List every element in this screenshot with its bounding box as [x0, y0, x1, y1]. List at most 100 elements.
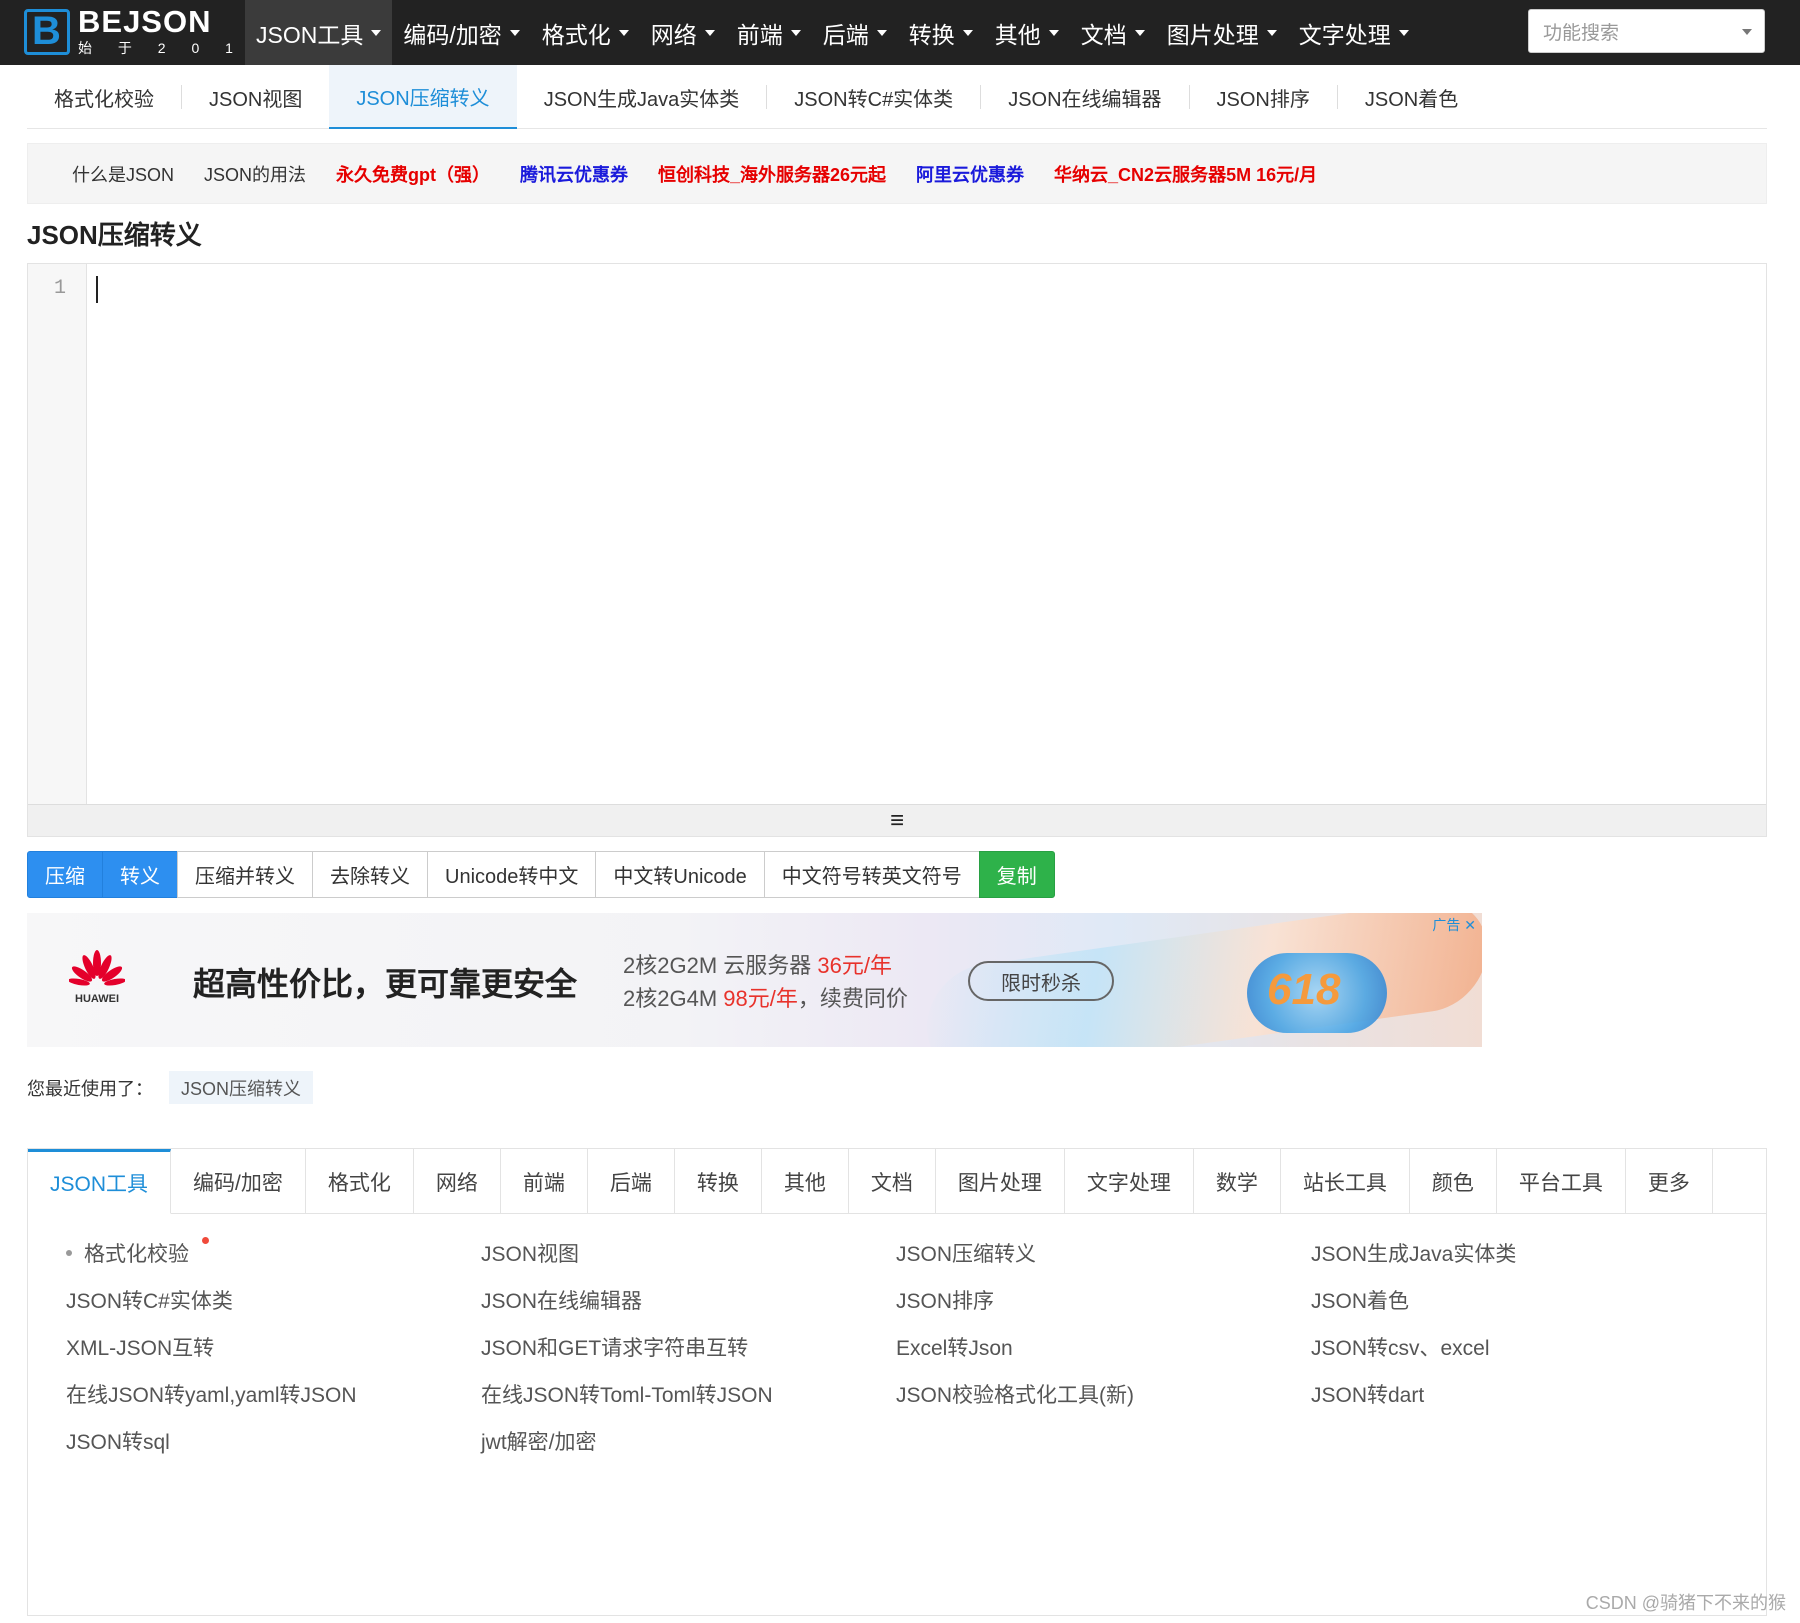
symbol-convert-button[interactable]: 中文符号转英文符号: [763, 851, 980, 898]
tab-other[interactable]: 其他: [762, 1149, 849, 1214]
new-dot-icon: [202, 1237, 209, 1244]
tool-link[interactable]: JSON着色: [1311, 1276, 1726, 1323]
line-number: 1: [53, 277, 66, 300]
recent-chip[interactable]: JSON压缩转义: [169, 1071, 314, 1104]
subtab-json-color[interactable]: JSON着色: [1338, 65, 1485, 129]
tool-link[interactable]: JSON排序: [896, 1276, 1311, 1323]
json-editor[interactable]: 1 ≡: [27, 263, 1767, 837]
huawei-petals-icon: [69, 950, 125, 986]
huawei-logo: HUAWEI: [67, 949, 127, 1005]
tab-platform[interactable]: 平台工具: [1497, 1149, 1626, 1214]
caret-down-icon: [1266, 29, 1277, 36]
recent-tools: 您最近使用了： JSON压缩转义: [27, 1071, 314, 1104]
subtab-json-csharp[interactable]: JSON转C#实体类: [767, 65, 980, 129]
tab-frontend[interactable]: 前端: [501, 1149, 588, 1214]
caret-down-icon: [1134, 29, 1145, 36]
json-subtabs: 格式化校验 JSON视图 JSON压缩转义 JSON生成Java实体类 JSON…: [27, 65, 1767, 129]
ad-618-cloud-icon: 618: [1247, 953, 1387, 1033]
escape-button[interactable]: 转义: [102, 851, 178, 898]
tool-link[interactable]: JSON转sql: [66, 1417, 481, 1464]
nav-image[interactable]: 图片处理: [1156, 0, 1288, 65]
subtab-json-sort[interactable]: JSON排序: [1190, 65, 1337, 129]
tool-link[interactable]: XML-JSON互转: [66, 1323, 481, 1370]
tool-link[interactable]: JSON和GET请求字符串互转: [481, 1323, 896, 1370]
nav-docs[interactable]: 文档: [1070, 0, 1156, 65]
tool-link[interactable]: 在线JSON转yaml,yaml转JSON: [66, 1370, 481, 1417]
ad-brand-name: HUAWEI: [75, 993, 119, 1005]
tab-json-tools[interactable]: JSON工具: [28, 1149, 172, 1214]
subtab-json-editor[interactable]: JSON在线编辑器: [981, 65, 1188, 129]
link-what-is-json[interactable]: 什么是JSON: [72, 161, 174, 187]
tool-link[interactable]: 在线JSON转Toml-Toml转JSON: [481, 1370, 896, 1417]
subtab-json-compress[interactable]: JSON压缩转义: [329, 65, 517, 129]
chinese-to-unicode-button[interactable]: 中文转Unicode: [595, 851, 765, 898]
tab-backend[interactable]: 后端: [588, 1149, 675, 1214]
nav-format[interactable]: 格式化: [531, 0, 640, 65]
compress-escape-button[interactable]: 压缩并转义: [177, 851, 313, 898]
recent-label: 您最近使用了：: [27, 1078, 153, 1099]
caret-down-icon: [962, 29, 973, 36]
nav-encode[interactable]: 编码/加密: [392, 0, 530, 65]
watermark: CSDN @骑猪下不来的猴: [1585, 1593, 1786, 1613]
copy-button[interactable]: 复制: [978, 851, 1055, 898]
subtab-json-java[interactable]: JSON生成Java实体类: [517, 65, 767, 129]
compress-button[interactable]: 压缩: [27, 851, 103, 898]
link-json-usage[interactable]: JSON的用法: [204, 161, 306, 187]
tab-webmaster[interactable]: 站长工具: [1281, 1149, 1410, 1214]
code-input-area[interactable]: [88, 264, 1766, 805]
tab-encode[interactable]: 编码/加密: [171, 1149, 306, 1214]
tool-link[interactable]: JSON转C#实体类: [66, 1276, 481, 1323]
tab-network[interactable]: 网络: [414, 1149, 501, 1214]
nav-other[interactable]: 其他: [984, 0, 1070, 65]
tool-link[interactable]: JSON转dart: [1311, 1370, 1726, 1417]
nav-network[interactable]: 网络: [640, 0, 726, 65]
site-logo[interactable]: B BEJSON 始 于 2 0 1 1: [24, 6, 278, 58]
text-cursor: [96, 276, 98, 303]
tab-docs[interactable]: 文档: [849, 1149, 936, 1214]
tool-link[interactable]: JSON转csv、excel: [1311, 1323, 1726, 1370]
tab-color[interactable]: 颜色: [1410, 1149, 1497, 1214]
tool-link[interactable]: JSON校验格式化工具(新): [896, 1370, 1311, 1417]
tab-text[interactable]: 文字处理: [1065, 1149, 1194, 1214]
link-aliyun-coupon[interactable]: 阿里云优惠券: [916, 161, 1024, 187]
page-title: JSON压缩转义: [27, 220, 202, 250]
tool-link[interactable]: JSON生成Java实体类: [1311, 1229, 1726, 1276]
unescape-button[interactable]: 去除转义: [312, 851, 428, 898]
tool-link[interactable]: 格式化校验: [66, 1229, 481, 1276]
subtab-json-view[interactable]: JSON视图: [182, 65, 329, 129]
link-huanayun[interactable]: 华纳云_CN2云服务器5M 16元/月: [1054, 161, 1317, 187]
main-nav: JSON工具 编码/加密 格式化 网络 前端 后端 转换 其他 文档 图片处理 …: [245, 0, 1420, 65]
link-hengchuang[interactable]: 恒创科技_海外服务器26元起: [658, 161, 886, 187]
tool-link[interactable]: Excel转Json: [896, 1323, 1311, 1370]
tool-link[interactable]: JSON在线编辑器: [481, 1276, 896, 1323]
nav-backend[interactable]: 后端: [812, 0, 898, 65]
tab-math[interactable]: 数学: [1194, 1149, 1281, 1214]
tool-link[interactable]: JSON压缩转义: [896, 1229, 1311, 1276]
link-tencent-coupon[interactable]: 腾讯云优惠券: [520, 161, 628, 187]
caret-down-icon: [1742, 29, 1752, 35]
feature-search-select[interactable]: 功能搜索: [1528, 9, 1765, 53]
category-tabs: JSON工具 编码/加密 格式化 网络 前端 后端 转换 其他 文档 图片处理 …: [28, 1149, 1766, 1214]
tab-image[interactable]: 图片处理: [936, 1149, 1065, 1214]
nav-text[interactable]: 文字处理: [1288, 0, 1420, 65]
editor-resize-handle[interactable]: ≡: [28, 804, 1766, 836]
tab-format[interactable]: 格式化: [306, 1149, 414, 1214]
nav-frontend[interactable]: 前端: [726, 0, 812, 65]
ad-close-tag[interactable]: 广告 ✕: [1432, 915, 1476, 935]
ad-flash-sale-button[interactable]: 限时秒杀: [968, 961, 1114, 1001]
tab-more[interactable]: 更多: [1626, 1149, 1713, 1214]
tool-link-grid: 格式化校验 JSON视图 JSON压缩转义 JSON生成Java实体类 JSON…: [66, 1229, 1726, 1464]
logo-badge-icon: B: [24, 9, 70, 55]
caret-down-icon: [790, 29, 801, 36]
caret-down-icon: [704, 29, 715, 36]
nav-convert[interactable]: 转换: [898, 0, 984, 65]
ad-banner[interactable]: HUAWEI 超高性价比，更可靠更安全 2核2G2M 云服务器 36元/年 2核…: [27, 913, 1482, 1047]
tool-link[interactable]: JSON视图: [481, 1229, 896, 1276]
tab-convert[interactable]: 转换: [675, 1149, 762, 1214]
tool-link[interactable]: jwt解密/加密: [481, 1417, 896, 1464]
subtab-format-validate[interactable]: 格式化校验: [27, 65, 181, 129]
link-free-gpt[interactable]: 永久免费gpt（强）: [336, 161, 490, 187]
nav-json-tools[interactable]: JSON工具: [245, 0, 393, 65]
hamburger-icon: ≡: [889, 806, 904, 834]
unicode-to-chinese-button[interactable]: Unicode转中文: [427, 851, 597, 898]
